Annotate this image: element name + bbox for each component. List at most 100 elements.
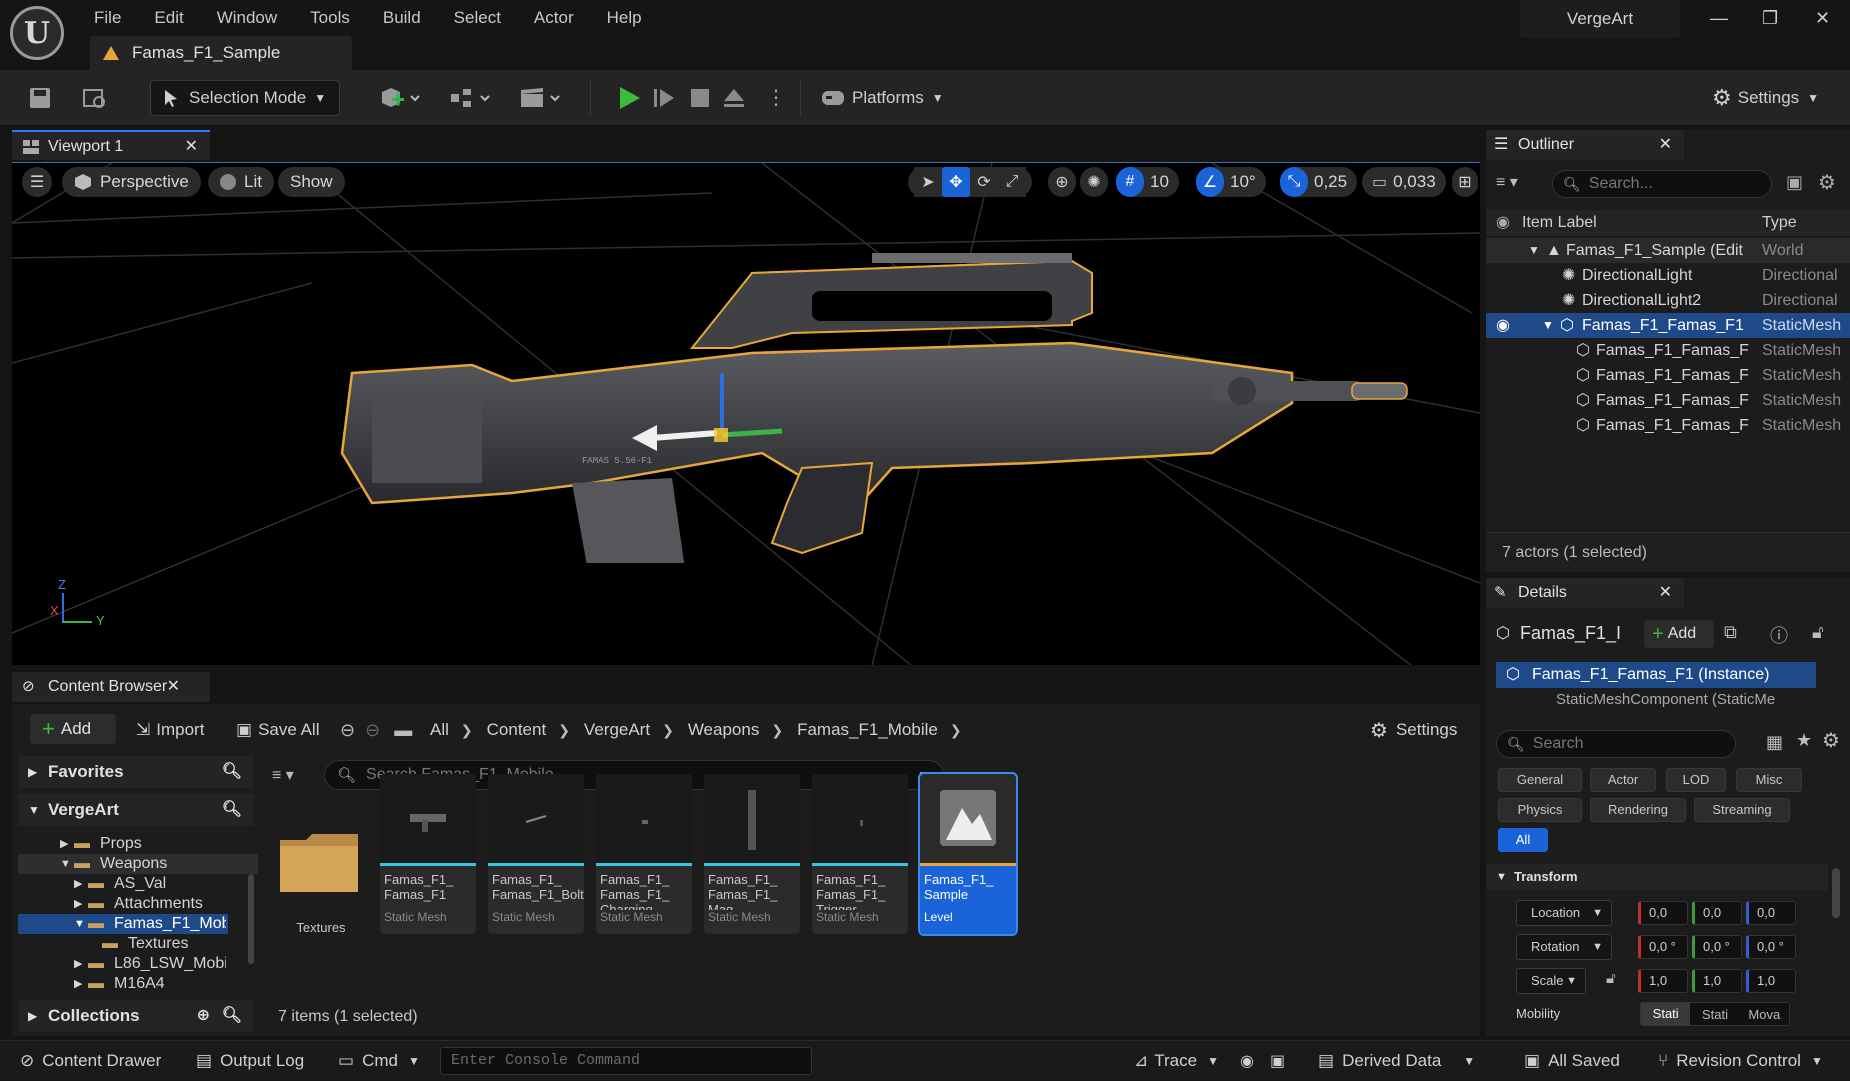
outliner-row[interactable]: ⬡ Famas_F1_Famas_F StaticMesh [1486,338,1850,363]
advance-frame-icon[interactable] [652,86,676,110]
tree-item-l86[interactable]: ▶ ▬ L86_LSW_Mobi [18,954,258,974]
more-options-icon[interactable]: ⋮ [766,86,786,110]
rotation-x[interactable]: 0,0 ° [1638,935,1688,959]
menu-edit[interactable]: Edit [154,8,183,28]
breadcrumb-all[interactable]: All [430,720,449,740]
search-icon[interactable]: 🔍︎ [222,756,242,788]
eject-icon[interactable] [722,86,746,110]
add-actor-icon[interactable] [378,86,420,110]
asset-tile[interactable]: Famas_F1_ Famas_F1_Bolt Static Mesh [488,774,584,934]
restore-button[interactable]: ❐ [1762,8,1778,29]
filter-all[interactable]: All [1498,828,1548,852]
back-icon[interactable]: ⊖ [340,720,355,741]
search-icon[interactable]: 🔍︎ [222,1000,242,1032]
layout-icon[interactable]: ⊞ [1452,167,1478,197]
cmd-dropdown[interactable]: ▭ Cmd ▼ [338,1041,420,1081]
blueprint-icon[interactable]: ⧉ [1724,622,1737,643]
location-x[interactable]: 0,0 [1638,901,1688,925]
lit-button[interactable]: Lit [208,167,274,197]
mobility-stationary[interactable]: Stati [1690,1007,1739,1022]
surface-snap-icon[interactable]: ✺ [1080,167,1108,197]
tab-details[interactable]: ✎ Details ✕ [1486,578,1684,608]
filter-icon[interactable]: ≡ ▾ [272,760,316,790]
asset-tile-selected[interactable]: Famas_F1_ Sample Level [918,772,1018,936]
add-collection-icon[interactable]: ⊕ [197,1000,210,1032]
table-view-icon[interactable]: ▦ [1766,732,1783,753]
scale-tool-icon[interactable]: ⤢ [998,167,1026,197]
breadcrumb-famas[interactable]: Famas_F1_Mobile [797,720,938,740]
filter-general[interactable]: General [1498,768,1582,792]
content-drawer-button[interactable]: ⊘ Content Drawer [20,1041,161,1081]
cinematics-icon[interactable] [518,86,560,110]
tree-item-textures[interactable]: ▬ Textures [18,934,258,954]
filter-lod[interactable]: LOD [1666,768,1726,792]
instance-row[interactable]: ⬡ Famas_F1_Famas_F1 (Instance) [1496,662,1816,688]
add-button[interactable]: + Add [30,714,116,744]
transform-section-header[interactable]: ▼ Transform [1486,864,1828,890]
breadcrumb-vergeart[interactable]: VergeArt [584,720,650,740]
forward-icon[interactable]: ⊖ [365,720,380,741]
rotation-z[interactable]: 0,0 ° [1746,935,1796,959]
save-all-button[interactable]: ▣ Save All [236,716,320,744]
famas-rifle-mesh[interactable]: FAMAS 5.56-F1 [332,253,1422,563]
outliner-row[interactable]: ✺ DirectionalLight2 Directional [1486,288,1850,313]
minimize-button[interactable]: — [1710,8,1728,29]
lock-icon[interactable]: 🔓︎ [1812,622,1824,643]
scale-x[interactable]: 1,0 [1638,969,1688,993]
component-row[interactable]: StaticMeshComponent (StaticMe [1496,690,1816,710]
location-dropdown[interactable]: Location ▼ [1516,900,1612,926]
tab-outliner[interactable]: ☰ Outliner ✕ [1486,130,1684,160]
filter-misc[interactable]: Misc [1736,768,1802,792]
mobility-movable[interactable]: Mova [1740,1007,1789,1022]
close-icon[interactable]: ✕ [1659,130,1672,160]
location-z[interactable]: 0,0 [1746,901,1796,925]
scale-y[interactable]: 1,0 [1692,969,1742,993]
perspective-button[interactable]: Perspective [62,167,201,197]
save-icon[interactable] [28,86,52,110]
gear-icon[interactable]: ⚙ [1818,170,1836,195]
tree-item-weapons[interactable]: ▼ ▬ Weapons [18,854,258,874]
filter-icon[interactable]: ≡ ▾ [1496,168,1550,196]
outliner-row[interactable]: ✺ DirectionalLight Directional [1486,263,1850,288]
tree-item-m16a4[interactable]: ▶ ▬ M16A4 [18,974,258,994]
scale-snap[interactable]: ⤡ 0,25 [1280,167,1358,197]
search-icon[interactable]: 🔍︎ [222,794,242,826]
help-icon[interactable]: ⓘ [1770,622,1788,648]
outliner-row[interactable]: ⬡ Famas_F1_Famas_F StaticMesh [1486,363,1850,388]
add-folder-icon[interactable]: ▣ [1786,172,1803,193]
platforms-dropdown[interactable]: Platforms ▼ [820,80,944,116]
filter-physics[interactable]: Physics [1498,798,1582,822]
breadcrumb-content[interactable]: Content [487,720,547,740]
outliner-row-selected[interactable]: ◉ ▼ ⬡ Famas_F1_Famas_F1 StaticMesh [1486,313,1850,338]
viewport-menu-icon[interactable]: ☰ [22,167,52,197]
translate-tool-icon[interactable]: ✥ [942,167,970,197]
menu-tools[interactable]: Tools [310,8,350,28]
cb-settings-button[interactable]: ⚙ Settings [1370,716,1457,744]
world-space-icon[interactable]: ⊕ [1048,167,1076,197]
add-component-button[interactable]: + Add [1644,620,1714,648]
select-tool-icon[interactable]: ➤ [914,167,942,197]
browse-icon[interactable] [82,86,108,110]
menu-window[interactable]: Window [217,8,277,28]
menu-select[interactable]: Select [454,8,501,28]
record-icon[interactable]: ◉ [1240,1041,1254,1081]
star-icon[interactable]: ★ [1796,730,1812,751]
favorites-header[interactable]: ▶ Favorites 🔍︎ [18,756,254,788]
rotate-tool-icon[interactable]: ⟳ [970,167,998,197]
tree-scrollbar[interactable] [248,874,254,964]
project-root-header[interactable]: ▼ VergeArt 🔍︎ [18,794,254,826]
tab-content-browser[interactable]: ⊘ Content Browser ✕ [12,672,210,702]
col-item-label[interactable]: Item Label [1522,210,1597,236]
revision-control-dropdown[interactable]: ⑂ Revision Control ▼ [1658,1041,1823,1081]
filter-rendering[interactable]: Rendering [1590,798,1686,822]
tree-item-asval[interactable]: ▶ ▬ AS_Val [18,874,258,894]
play-icon[interactable] [616,85,642,111]
collections-header[interactable]: ▶ Collections ⊕ 🔍︎ [18,1000,254,1032]
menu-help[interactable]: Help [607,8,642,28]
show-button[interactable]: Show [278,167,345,197]
lock-icon[interactable]: 🔓︎ [1606,970,1616,987]
trace-dropdown[interactable]: ⊿ Trace ▼ [1134,1041,1219,1081]
gear-icon[interactable]: ⚙ [1822,728,1840,753]
location-y[interactable]: 0,0 [1692,901,1742,925]
outliner-row[interactable]: ⬡ Famas_F1_Famas_F StaticMesh [1486,388,1850,413]
